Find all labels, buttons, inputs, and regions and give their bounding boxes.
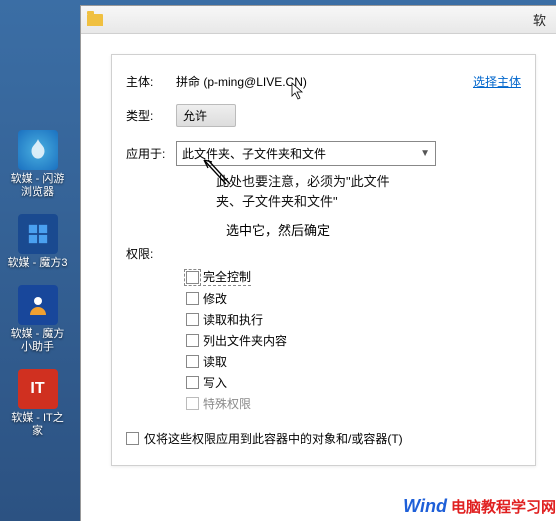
desktop-icon-ithome[interactable]: IT 软媒 - IT之家: [8, 369, 68, 438]
chevron-down-icon: ▼: [420, 148, 430, 159]
apply-to-label: 应用于:: [126, 145, 176, 162]
perm-label: 读取和执行: [203, 311, 263, 328]
perm-label: 修改: [203, 290, 227, 307]
type-row: 类型: 允许: [126, 104, 521, 127]
checkbox: [186, 397, 199, 410]
permission-dialog: 主体: 拼命 (p-ming@LIVE.CN) 选择主体 类型: 允许 应用于:…: [111, 54, 536, 466]
perm-label: 列出文件夹内容: [203, 332, 287, 349]
annotation-line1: 此处也要注意，必须为"此文件: [216, 174, 390, 189]
perm-read-exec[interactable]: 读取和执行: [186, 311, 521, 328]
perm-write[interactable]: 写入: [186, 374, 521, 391]
desktop-icon-label: 软媒 - 魔方3: [8, 257, 68, 270]
checkbox[interactable]: [126, 432, 139, 445]
title-bar[interactable]: 软: [81, 6, 556, 34]
explorer-window: 软 主体: 拼命 (p-ming@LIVE.CN) 选择主体 类型: 允许 应用…: [80, 5, 556, 521]
permissions-label: 权限:: [126, 245, 521, 262]
apply-to-row: 应用于: 此文件夹、子文件夹和文件 ▼: [126, 141, 521, 166]
person-icon: [18, 285, 58, 325]
window-title: 软: [109, 10, 550, 29]
desktop-icon-label: 软媒 - IT之家: [8, 412, 68, 438]
desktop-icon-label: 软媒 - 闪游浏览器: [8, 173, 68, 199]
folder-icon: [87, 14, 103, 26]
apply-to-value: 此文件夹、子文件夹和文件: [182, 145, 326, 162]
annotation-text: 此处也要注意，必须为"此文件 夹、子文件夹和文件": [216, 172, 521, 212]
watermark-area: Wind 电脑教程学习网: [403, 496, 556, 517]
grid-icon: [18, 214, 58, 254]
watermark-red: 电脑教程学习网: [451, 496, 556, 517]
perm-label: 完全控制: [203, 268, 251, 286]
perm-label: 写入: [203, 374, 227, 391]
checkbox[interactable]: [186, 376, 199, 389]
ithome-icon: IT: [18, 369, 58, 409]
flame-icon: [18, 130, 58, 170]
annotation-line2: 夹、子文件夹和文件": [216, 194, 338, 209]
desktop-area: 软媒 - 闪游浏览器 软媒 - 魔方3 软媒 - 魔方小助手 IT 软媒 - I…: [0, 0, 75, 521]
perm-label: 特殊权限: [203, 395, 251, 412]
desktop-icon-label: 软媒 - 魔方小助手: [8, 328, 68, 354]
apply-to-select[interactable]: 此文件夹、子文件夹和文件 ▼: [176, 141, 436, 166]
perm-special: 特殊权限: [186, 395, 521, 412]
perm-modify[interactable]: 修改: [186, 290, 521, 307]
desktop-icon-mofang[interactable]: 软媒 - 魔方3: [8, 214, 68, 270]
checkbox[interactable]: [186, 313, 199, 326]
principal-value: 拼命 (p-ming@LIVE.CN): [176, 73, 459, 90]
perm-full-control[interactable]: 完全控制: [186, 268, 521, 286]
principal-row: 主体: 拼命 (p-ming@LIVE.CN) 选择主体: [126, 73, 521, 90]
checkbox[interactable]: [186, 355, 199, 368]
type-label: 类型:: [126, 107, 176, 124]
type-value[interactable]: 允许: [176, 104, 236, 127]
perm-label: 读取: [203, 353, 227, 370]
perm-list-contents[interactable]: 列出文件夹内容: [186, 332, 521, 349]
principal-label: 主体:: [126, 73, 176, 90]
perm-read[interactable]: 读取: [186, 353, 521, 370]
annotation2-text: 选中它，然后确定: [226, 220, 521, 239]
select-principal-link[interactable]: 选择主体: [473, 73, 521, 90]
checkbox[interactable]: [186, 334, 199, 347]
desktop-icon-helper[interactable]: 软媒 - 魔方小助手: [8, 285, 68, 354]
permissions-list: 完全控制 修改 读取和执行 列出文件夹内容 读取 写入: [186, 268, 521, 412]
only-apply-row[interactable]: 仅将这些权限应用到此容器中的对象和/或容器(T): [126, 430, 521, 447]
desktop-icon-browser[interactable]: 软媒 - 闪游浏览器: [8, 130, 68, 199]
watermark-wind: Wind: [403, 496, 447, 517]
checkbox[interactable]: [186, 292, 199, 305]
only-apply-label: 仅将这些权限应用到此容器中的对象和/或容器(T): [144, 430, 403, 447]
checkbox[interactable]: [186, 271, 199, 284]
